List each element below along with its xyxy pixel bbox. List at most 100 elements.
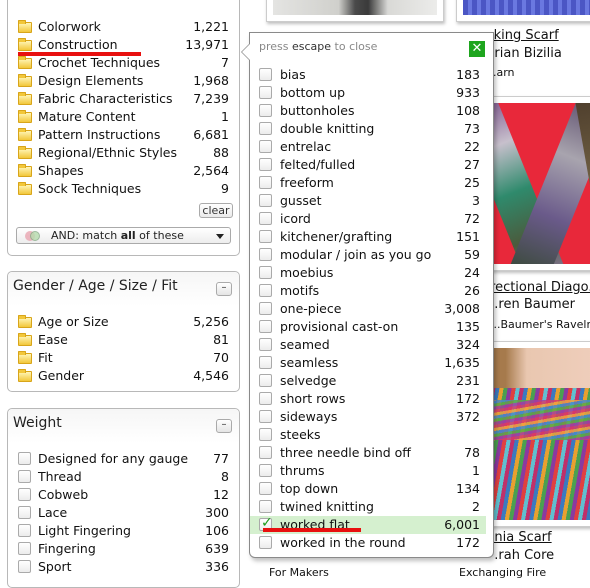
checkbox[interactable] bbox=[259, 86, 272, 99]
checkbox[interactable] bbox=[259, 338, 272, 351]
weight-item-sport[interactable]: Sport 336 bbox=[8, 558, 239, 576]
weight-item-light-fingering[interactable]: Light Fingering 106 bbox=[8, 522, 239, 540]
construction-option[interactable]: thrums 1 bbox=[250, 462, 486, 480]
construction-option[interactable]: kitchener/grafting 151 bbox=[250, 228, 486, 246]
folder-icon bbox=[18, 182, 32, 195]
checkbox[interactable] bbox=[259, 140, 272, 153]
pattern-designer[interactable]: ...rah Core bbox=[494, 548, 554, 563]
checkbox[interactable] bbox=[259, 500, 272, 513]
category-item-shapes[interactable]: Shapes 2,564 bbox=[8, 162, 239, 180]
checkbox[interactable] bbox=[259, 536, 272, 549]
construction-option[interactable]: gusset 3 bbox=[250, 192, 486, 210]
category-item-mature-content[interactable]: Mature Content 1 bbox=[8, 108, 239, 126]
pattern-title-link[interactable]: ...liking Scarf bbox=[494, 28, 559, 43]
pattern-source[interactable]: Exchanging Fire bbox=[459, 566, 546, 579]
weight-item-lace[interactable]: Lace 300 bbox=[8, 504, 239, 522]
construction-option[interactable]: entrelac 22 bbox=[250, 138, 486, 156]
checkbox[interactable] bbox=[259, 320, 272, 333]
checkbox[interactable] bbox=[259, 356, 272, 369]
option-label: twined knitting bbox=[280, 499, 374, 514]
category-item-crochet-techniques[interactable]: Crochet Techniques 7 bbox=[8, 54, 239, 72]
pattern-thumbnail[interactable] bbox=[456, 0, 590, 22]
construction-option[interactable]: sideways 372 bbox=[250, 408, 486, 426]
weight-item-fingering[interactable]: Fingering 639 bbox=[8, 540, 239, 558]
checkbox[interactable] bbox=[18, 524, 31, 537]
checkbox[interactable] bbox=[259, 428, 272, 441]
construction-option[interactable]: provisional cast-on 135 bbox=[250, 318, 486, 336]
construction-option[interactable]: modular / join as you go 59 bbox=[250, 246, 486, 264]
gender-item-age-or-size[interactable]: Age or Size 5,256 bbox=[8, 313, 239, 331]
construction-option[interactable]: top down 134 bbox=[250, 480, 486, 498]
checkbox[interactable] bbox=[259, 464, 272, 477]
construction-option[interactable]: twined knitting 2 bbox=[250, 498, 486, 516]
construction-option[interactable]: seamless 1,635 bbox=[250, 354, 486, 372]
weight-item-thread[interactable]: Thread 8 bbox=[8, 468, 239, 486]
checkbox[interactable] bbox=[18, 542, 31, 555]
checkbox[interactable] bbox=[259, 158, 272, 171]
checkbox[interactable] bbox=[259, 68, 272, 81]
pattern-title-link[interactable]: ...irectional Diago... bbox=[494, 280, 590, 295]
checkbox[interactable] bbox=[18, 488, 31, 501]
gender-item-gender[interactable]: Gender 4,546 bbox=[8, 367, 239, 385]
checkbox[interactable] bbox=[259, 266, 272, 279]
checkbox[interactable] bbox=[18, 452, 31, 465]
pattern-source[interactable]: ...arn bbox=[494, 66, 515, 79]
collapse-button[interactable]: – bbox=[216, 419, 232, 433]
construction-option[interactable]: short rows 172 bbox=[250, 390, 486, 408]
checkbox[interactable] bbox=[259, 482, 272, 495]
gender-item-fit[interactable]: Fit 70 bbox=[8, 349, 239, 367]
construction-option[interactable]: double knitting 73 bbox=[250, 120, 486, 138]
checkbox[interactable] bbox=[259, 194, 272, 207]
checkbox[interactable] bbox=[259, 122, 272, 135]
gender-item-ease[interactable]: Ease 81 bbox=[8, 331, 239, 349]
checkbox[interactable] bbox=[259, 284, 272, 297]
construction-option[interactable]: bias 183 bbox=[250, 66, 486, 84]
construction-option[interactable]: buttonholes 108 bbox=[250, 102, 486, 120]
construction-option[interactable]: moebius 24 bbox=[250, 264, 486, 282]
category-item-sock-techniques[interactable]: Sock Techniques 9 bbox=[8, 180, 239, 198]
collapse-button[interactable]: – bbox=[216, 282, 232, 296]
checkbox[interactable] bbox=[259, 374, 272, 387]
construction-option[interactable]: worked in the round 172 bbox=[250, 534, 486, 552]
match-mode-select[interactable]: AND: match all of these bbox=[16, 227, 231, 244]
checkbox[interactable] bbox=[259, 230, 272, 243]
construction-option[interactable]: freeform 25 bbox=[250, 174, 486, 192]
checkbox[interactable] bbox=[259, 176, 272, 189]
category-item-regional-ethnic-styles[interactable]: Regional/Ethnic Styles 88 bbox=[8, 144, 239, 162]
pattern-source[interactable]: For Makers bbox=[269, 566, 329, 579]
checkbox[interactable] bbox=[259, 410, 272, 423]
construction-option[interactable]: seamed 324 bbox=[250, 336, 486, 354]
construction-option[interactable]: selvedge 231 bbox=[250, 372, 486, 390]
weight-item-any-gauge[interactable]: Designed for any gauge 77 bbox=[8, 450, 239, 468]
construction-option[interactable]: felted/fulled 27 bbox=[250, 156, 486, 174]
checkbox[interactable] bbox=[259, 446, 272, 459]
category-item-fabric-characteristics[interactable]: Fabric Characteristics 7,239 bbox=[8, 90, 239, 108]
category-item-colorwork[interactable]: Colorwork 1,221 bbox=[8, 18, 239, 36]
checkbox[interactable] bbox=[259, 302, 272, 315]
weight-item-cobweb[interactable]: Cobweb 12 bbox=[8, 486, 239, 504]
annotation-underline bbox=[263, 528, 361, 532]
checkbox[interactable] bbox=[18, 506, 31, 519]
construction-option[interactable]: three needle bind off 78 bbox=[250, 444, 486, 462]
construction-option[interactable]: motifs 26 bbox=[250, 282, 486, 300]
construction-option[interactable]: bottom up 933 bbox=[250, 84, 486, 102]
close-icon[interactable]: ✕ bbox=[469, 41, 485, 57]
construction-option[interactable]: one-piece 3,008 bbox=[250, 300, 486, 318]
checkbox[interactable] bbox=[18, 470, 31, 483]
checkbox[interactable] bbox=[259, 248, 272, 261]
option-label: three needle bind off bbox=[280, 445, 411, 460]
checkbox[interactable] bbox=[259, 392, 272, 405]
category-item-pattern-instructions[interactable]: Pattern Instructions 6,681 bbox=[8, 126, 239, 144]
category-item-design-elements[interactable]: Design Elements 1,968 bbox=[8, 72, 239, 90]
construction-option[interactable]: icord 72 bbox=[250, 210, 486, 228]
construction-option[interactable]: steeks bbox=[250, 426, 486, 444]
pattern-thumbnail[interactable] bbox=[266, 0, 444, 22]
pattern-source[interactable]: ...Baumer's Ravelry S... bbox=[494, 318, 590, 331]
checkbox[interactable] bbox=[18, 560, 31, 573]
checkbox[interactable] bbox=[259, 104, 272, 117]
pattern-title-link[interactable]: ...ania Scarf bbox=[494, 530, 552, 545]
pattern-designer[interactable]: ...ren Baumer bbox=[494, 297, 575, 312]
pattern-designer[interactable]: ...rian Bizilia bbox=[494, 46, 562, 61]
clear-button[interactable]: clear bbox=[199, 203, 233, 218]
checkbox[interactable] bbox=[259, 212, 272, 225]
